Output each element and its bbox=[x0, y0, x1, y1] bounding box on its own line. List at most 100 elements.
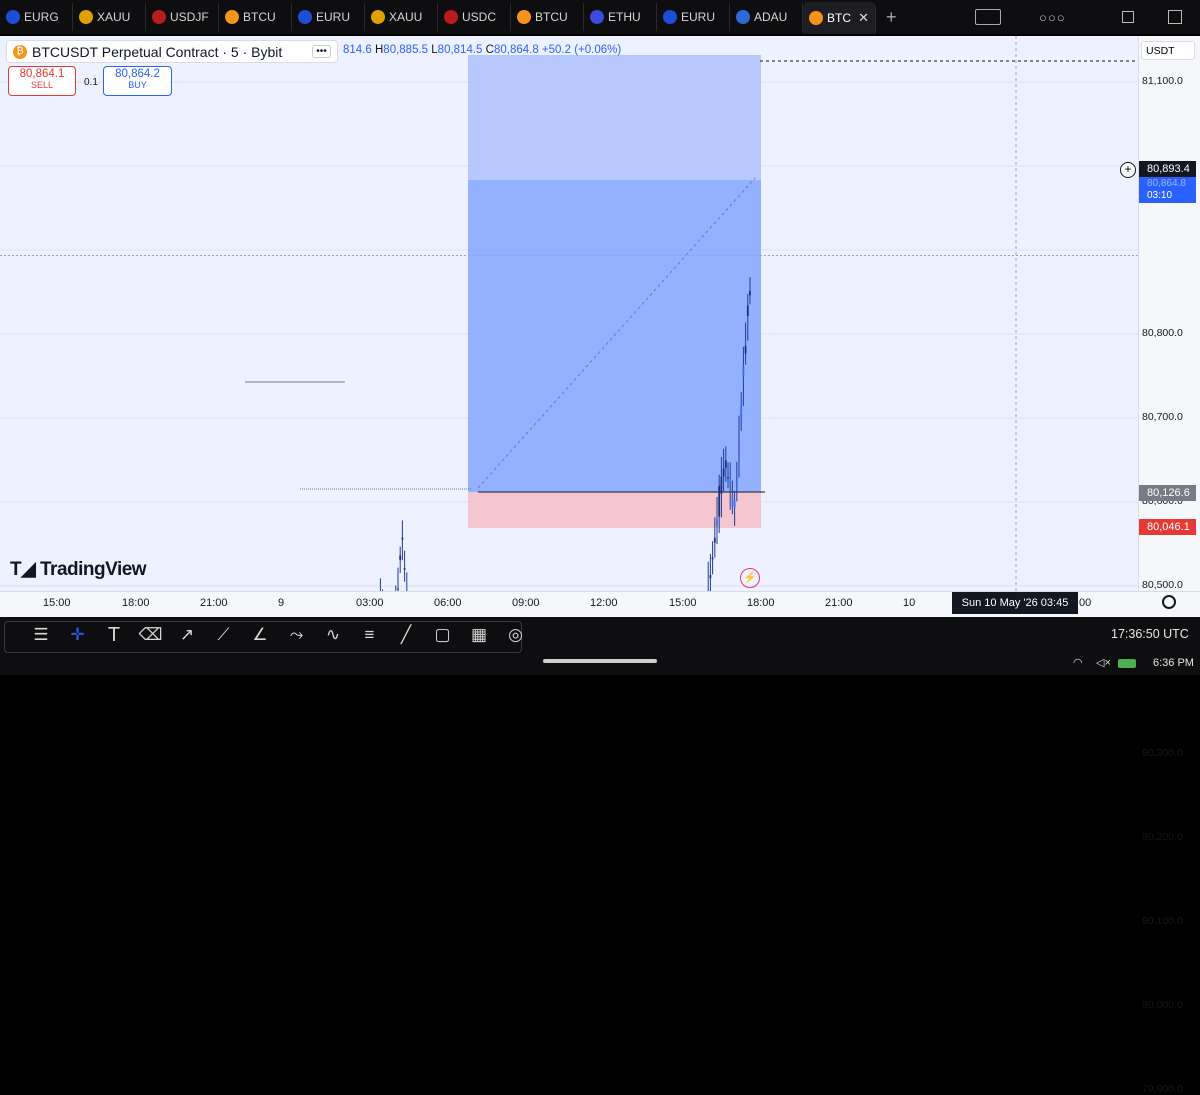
time-tick-label: 15:00 bbox=[669, 597, 697, 609]
bitcoin-icon bbox=[225, 10, 239, 24]
time-tick-label: 18:00 bbox=[122, 597, 150, 609]
symbol-title-box[interactable]: ₿ BTCUSDT Perpetual Contract · 5 · Bybit… bbox=[6, 40, 338, 63]
grid-icon[interactable]: ▦ bbox=[468, 624, 490, 646]
tab-label: EURG bbox=[24, 10, 59, 24]
tab-label: EURU bbox=[316, 10, 351, 24]
mute-icon: ◁× bbox=[1096, 657, 1111, 669]
cardano-icon bbox=[736, 10, 750, 24]
candle-body bbox=[718, 485, 721, 517]
tab-10[interactable]: ADAU bbox=[730, 3, 803, 31]
ohlc-change: +50.2 (+0.06%) bbox=[541, 44, 622, 56]
tab-11[interactable]: BTC ✕ bbox=[803, 2, 876, 34]
flag-icon bbox=[6, 10, 20, 24]
crosshair-price-tag: 80,893.4 bbox=[1139, 161, 1196, 177]
wifi-icon: ◠ bbox=[1073, 657, 1083, 669]
new-tab-icon[interactable]: + bbox=[886, 7, 897, 28]
polyline-icon[interactable]: ∿ bbox=[322, 624, 344, 646]
tab-3[interactable]: BTCU bbox=[219, 3, 292, 31]
candle-body bbox=[397, 588, 399, 590]
minimize-icon[interactable] bbox=[1167, 10, 1182, 24]
tab-0[interactable]: EURG bbox=[0, 3, 73, 31]
utc-clock[interactable]: 17:36:50 UTC bbox=[1111, 627, 1189, 641]
chart-pane[interactable] bbox=[0, 36, 1138, 591]
candle-body bbox=[722, 468, 725, 477]
tradingview-logo-icon: T◢ bbox=[10, 559, 36, 580]
candle-body bbox=[709, 575, 712, 579]
gold-icon bbox=[371, 10, 385, 24]
ray-icon[interactable]: ⟋ bbox=[213, 624, 235, 646]
tab-label: USDC bbox=[462, 10, 497, 24]
more-options-icon[interactable]: ••• bbox=[312, 45, 331, 58]
tab-1[interactable]: XAUU bbox=[73, 3, 146, 31]
candle-body bbox=[746, 305, 749, 316]
tab-5[interactable]: XAUU bbox=[365, 3, 438, 31]
buy-label: BUY bbox=[128, 80, 147, 90]
tab-8[interactable]: ETHU bbox=[584, 3, 657, 31]
chart-canvas[interactable] bbox=[0, 36, 1138, 591]
tab-label: XAUU bbox=[389, 10, 423, 24]
profit-zone bbox=[468, 180, 761, 492]
tab-label: ADAU bbox=[754, 10, 788, 24]
ohlc-high: 80,885.5 bbox=[383, 44, 429, 56]
time-tick-label: 06:00 bbox=[434, 597, 462, 609]
crosshair-icon[interactable]: ✛ bbox=[67, 624, 89, 646]
last-price-tag: 80,864.8 03:10 bbox=[1139, 177, 1196, 203]
tab-6[interactable]: USDC bbox=[438, 3, 511, 31]
more-icon[interactable]: ○○○ bbox=[1039, 10, 1066, 25]
tab-2[interactable]: USDJF bbox=[146, 3, 219, 31]
tradingview-watermark: T◢ TradingView bbox=[10, 558, 147, 581]
tab-label: BTC bbox=[827, 11, 851, 25]
tab-label: EURU bbox=[681, 10, 716, 24]
time-tick-label: 18:00 bbox=[747, 597, 775, 609]
eraser-icon[interactable]: ⌫ bbox=[138, 624, 162, 646]
time-tick-label: 09:00 bbox=[512, 597, 540, 609]
rectangle-icon[interactable]: ▢ bbox=[432, 624, 454, 646]
flash-icon[interactable]: ⚡ bbox=[740, 568, 760, 588]
candle-body bbox=[740, 406, 743, 422]
price-tick-label: 80,000.0 bbox=[1142, 999, 1183, 1011]
layout-icon[interactable] bbox=[975, 9, 1001, 25]
restore-icon[interactable] bbox=[1121, 11, 1134, 23]
watermark-text: TradingView bbox=[40, 559, 147, 580]
path-icon[interactable]: ⤳ bbox=[286, 624, 308, 646]
buy-button[interactable]: 80,864.2 BUY bbox=[103, 66, 172, 96]
time-tick-label: 21:00 bbox=[825, 597, 853, 609]
tab-label: XAUU bbox=[97, 10, 131, 24]
crosshair-time-tag: Sun 10 May '26 03:45 bbox=[952, 592, 1078, 614]
tab-label: BTCU bbox=[243, 10, 276, 24]
price-tick-label: 80,500.0 bbox=[1142, 579, 1183, 591]
time-tick-label: 10 bbox=[903, 597, 916, 609]
arrow-icon[interactable]: ↗ bbox=[176, 624, 198, 646]
candle-body bbox=[742, 366, 745, 377]
trendline-icon[interactable]: ╱ bbox=[395, 624, 417, 646]
close-tab-icon[interactable]: ✕ bbox=[858, 10, 869, 26]
add-alert-icon[interactable]: + bbox=[1120, 162, 1136, 178]
price-tick-label: 80,300.0 bbox=[1142, 747, 1183, 759]
chart-settings-icon[interactable] bbox=[1162, 595, 1176, 609]
tab-4[interactable]: EURU bbox=[292, 3, 365, 31]
tab-9[interactable]: EURU bbox=[657, 3, 730, 31]
text-icon[interactable]: T bbox=[103, 624, 125, 646]
currency-label: USDT bbox=[1146, 45, 1175, 57]
time-axis-clipped-label: 00 bbox=[1079, 597, 1092, 609]
menu-icon[interactable]: ☰ bbox=[30, 624, 52, 646]
measure-icon[interactable]: ◎ bbox=[505, 624, 527, 646]
candle-body bbox=[716, 519, 718, 526]
bar-countdown: 03:10 bbox=[1147, 190, 1173, 201]
candle-body bbox=[720, 476, 723, 494]
price-tick-label: 80,800.0 bbox=[1142, 327, 1183, 339]
price-axis[interactable] bbox=[1138, 36, 1200, 591]
tab-7[interactable]: BTCU bbox=[511, 3, 584, 31]
sell-button[interactable]: 80,864.1 SELL bbox=[8, 66, 76, 96]
fib-icon[interactable]: ≡ bbox=[359, 624, 381, 646]
home-gesture-bar[interactable] bbox=[543, 659, 657, 663]
order-quantity[interactable]: 0.1 bbox=[84, 77, 98, 88]
ohlc-readout: 814.6 H80,885.5 L80,814.5 C80,864.8 +50.… bbox=[343, 44, 621, 56]
ohlc-open: 814.6 bbox=[343, 44, 372, 56]
system-time: 6:36 PM bbox=[1153, 657, 1194, 669]
flag-icon bbox=[298, 10, 312, 24]
angle-icon[interactable]: ∠ bbox=[249, 624, 271, 646]
time-tick-label: 03:00 bbox=[356, 597, 384, 609]
currency-selector[interactable]: USDT bbox=[1141, 41, 1195, 60]
bybit-logo-icon: ₿ bbox=[13, 44, 27, 59]
